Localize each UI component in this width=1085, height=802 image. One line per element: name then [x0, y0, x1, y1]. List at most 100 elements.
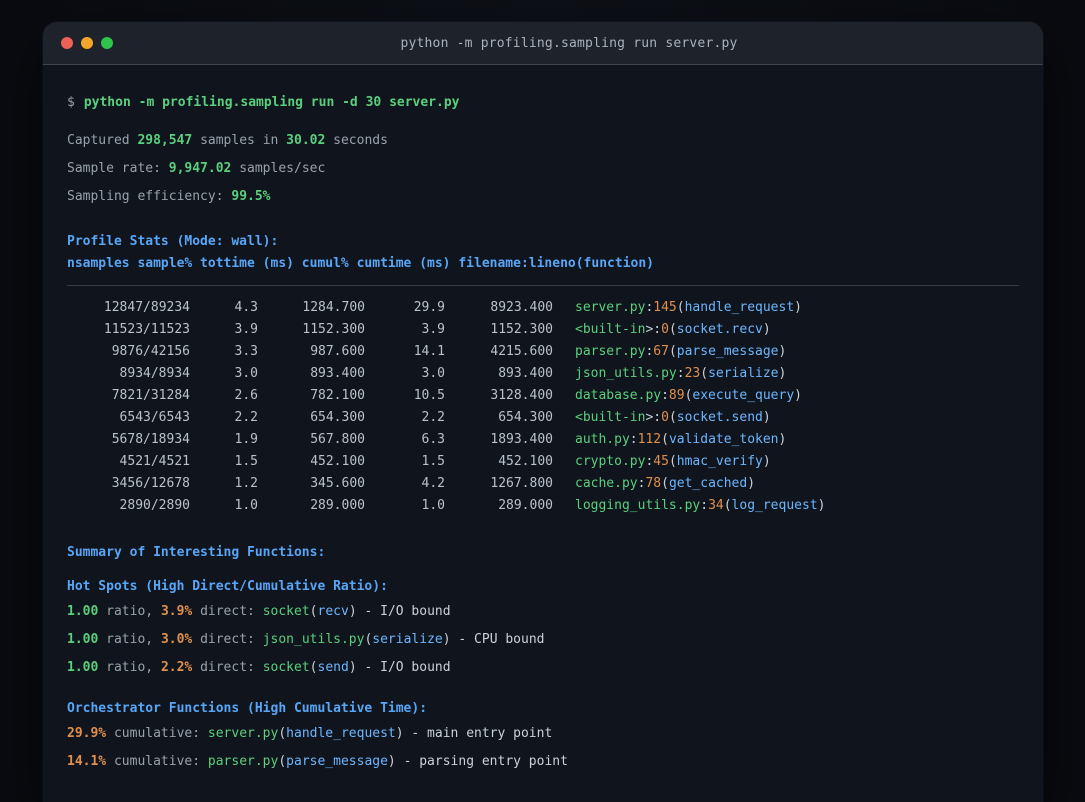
hotspot-line: 1.00 ratio, 3.0% direct: json_utils.py(s…	[67, 626, 1019, 654]
stat-line: Captured 298,547 samples in 30.02 second…	[67, 127, 1019, 155]
command-line: $ python -m profiling.sampling run -d 30 …	[67, 89, 1019, 117]
cell-cumtime: 1152.300	[490, 322, 553, 337]
filename: <built-in	[575, 322, 646, 337]
minimize-button[interactable]	[81, 37, 93, 49]
text-segment: 9,947.02	[168, 161, 232, 176]
cell-sample_pct: 1.2	[234, 476, 258, 491]
percent-value: 2.2%	[160, 660, 193, 675]
function-name: execute_query	[692, 388, 795, 403]
text-segment: :	[653, 410, 662, 425]
orchestrator-title: Orchestrator Functions (High Cumulative …	[67, 701, 428, 716]
cell-tottime: 654.300	[310, 410, 365, 425]
line-number: 23	[684, 366, 701, 381]
filename: logging_utils.py	[575, 498, 701, 513]
cell-cumul_pct: 1.5	[421, 454, 445, 469]
cell-cumul_pct: 2.2	[421, 410, 445, 425]
text-segment: :	[653, 322, 662, 337]
text-segment: (	[700, 366, 709, 381]
close-button[interactable]	[61, 37, 73, 49]
filename: parser.py	[207, 754, 279, 769]
text-segment: Sampling efficiency:	[67, 189, 232, 204]
text-segment: samples/sec	[231, 161, 326, 176]
cell-sample_pct: 1.9	[234, 432, 258, 447]
function-cell: server.py:145(handle_request)	[575, 297, 802, 319]
table-row: 4521/4521 1.5 452.100 1.5 452.100 crypto.py:4…	[67, 451, 1019, 473]
function-cell: logging_utils.py:34(log_request)	[575, 495, 825, 517]
line-number: 78	[645, 476, 662, 491]
filename: server.py	[575, 300, 646, 315]
function-cell: parser.py:67(parse_message)	[575, 341, 786, 363]
text-segment: (	[668, 344, 677, 359]
cell-nsamples: 11523/11523	[103, 322, 190, 337]
filename: <built-in	[575, 410, 646, 425]
text-segment: )	[348, 660, 365, 675]
table-row: 7821/31284 2.6 782.100 10.5 3128.400 database…	[67, 385, 1019, 407]
text-segment: 99.5%	[231, 189, 271, 204]
cell-sample_pct: 1.0	[234, 498, 258, 513]
maximize-button[interactable]	[101, 37, 113, 49]
table-row: 5678/18934 1.9 567.800 6.3 1893.400 auth.py:1…	[67, 429, 1019, 451]
cell-tottime: 987.600	[310, 344, 365, 359]
function-name: parse_message	[676, 344, 779, 359]
function-name: handle_request	[684, 300, 795, 315]
line-number: 89	[668, 388, 685, 403]
cell-tottime: 893.400	[310, 366, 365, 381]
percent-value: 14.1%	[67, 754, 107, 769]
ratio-value: 1.00	[67, 604, 99, 619]
cell-tottime: 345.600	[310, 476, 365, 491]
text-segment: ratio,	[98, 632, 161, 647]
function-cell: <built-in>:0(socket.send)	[575, 407, 771, 429]
line-number: 0	[661, 322, 669, 337]
text-segment: Captured	[67, 133, 138, 148]
table-row: 6543/6543 2.2 654.300 2.2 654.300 <built-in>:…	[67, 407, 1019, 429]
cell-cumul_pct: 6.3	[421, 432, 445, 447]
text-segment: (	[661, 432, 669, 447]
window-title: python -m profiling.sampling run server.…	[400, 35, 738, 51]
text-segment: :	[629, 432, 638, 447]
text-segment: )	[817, 498, 826, 513]
cell-nsamples: 5678/18934	[111, 432, 190, 447]
function-name: handle_request	[286, 726, 396, 741]
function-cell: database.py:89(execute_query)	[575, 385, 802, 407]
function-name: socket.send	[676, 410, 763, 425]
text-segment: cumulative:	[106, 726, 208, 741]
text-segment: )	[778, 366, 787, 381]
text-segment: )	[762, 454, 771, 469]
cell-tottime: 452.100	[310, 454, 365, 469]
filename: server.py	[207, 726, 279, 741]
window-controls	[61, 37, 113, 49]
function-cell: cache.py:78(get_cached)	[575, 473, 755, 495]
hotspot-line: 1.00 ratio, 3.9% direct: socket(recv) - …	[67, 598, 1019, 626]
stat-line: Sampling efficiency: 99.5%	[67, 183, 1019, 211]
function-name: get_cached	[668, 476, 748, 491]
text-segment: (	[668, 454, 677, 469]
line-number: 0	[661, 410, 669, 425]
cell-nsamples: 9876/42156	[111, 344, 190, 359]
cell-sample_pct: 2.2	[234, 410, 258, 425]
cell-cumtime: 1893.400	[490, 432, 553, 447]
text-segment: :	[676, 366, 685, 381]
text-segment: )	[762, 322, 771, 337]
text-segment: (	[278, 726, 287, 741]
text-segment: samples in	[192, 133, 287, 148]
cell-nsamples: 8934/8934	[119, 366, 190, 381]
text-segment: (	[723, 498, 732, 513]
function-name: log_request	[731, 498, 818, 513]
cell-nsamples: 7821/31284	[111, 388, 190, 403]
text-segment: :	[700, 498, 709, 513]
percent-value: 29.9%	[67, 726, 107, 741]
summary-title: Summary of Interesting Functions:	[67, 545, 326, 560]
terminal-content: $ python -m profiling.sampling run -d 30 …	[43, 65, 1043, 776]
table-row: 2890/2890 1.0 289.000 1.0 289.000 logging_uti…	[67, 495, 1019, 517]
cell-cumul_pct: 14.1	[413, 344, 445, 359]
bound-description: - I/O bound	[364, 604, 451, 619]
hotspot-line: 1.00 ratio, 2.2% direct: socket(send) - …	[67, 654, 1019, 682]
function-name: serialize	[372, 632, 443, 647]
text-segment: ratio,	[98, 660, 161, 675]
title-bar: python -m profiling.sampling run server.…	[43, 22, 1043, 65]
cell-cumtime: 4215.600	[490, 344, 553, 359]
cell-cumtime: 8923.400	[490, 300, 553, 315]
function-name: send	[317, 660, 349, 675]
hotspots-title: Hot Spots (High Direct/Cumulative Ratio)…	[67, 579, 388, 594]
cell-nsamples: 12847/89234	[103, 300, 190, 315]
